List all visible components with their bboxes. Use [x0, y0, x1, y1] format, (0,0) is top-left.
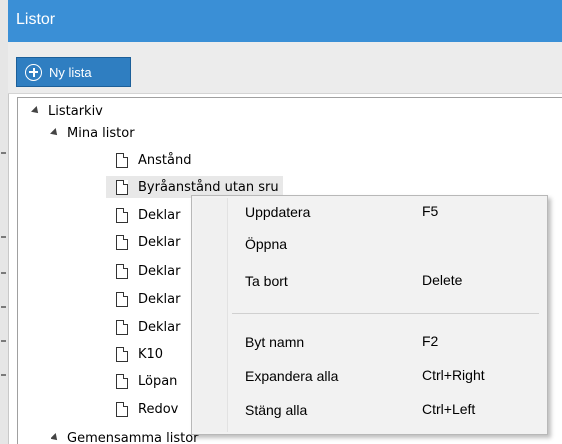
tree-item-label: Deklar — [138, 234, 181, 250]
menu-item-expandera-alla[interactable]: Expandera alla Ctrl+Right — [194, 362, 545, 390]
document-icon — [116, 179, 128, 195]
tree-item-label: Byråanstånd utan sru — [138, 179, 279, 195]
menu-item-label: Öppna — [245, 236, 288, 252]
tree-item-label: Deklar — [138, 207, 181, 223]
document-icon — [116, 319, 128, 335]
tree-item[interactable]: K10 — [116, 343, 163, 365]
document-icon — [116, 291, 128, 307]
tree-item-label: Deklar — [138, 291, 181, 307]
tree-node-label: Listarkiv — [48, 103, 103, 119]
window-title: Listor — [16, 11, 56, 28]
tree-item[interactable]: Deklar — [116, 316, 180, 338]
edge-mark — [1, 152, 6, 154]
window-titlebar: Listor — [8, 0, 562, 42]
menu-item-shortcut: F2 — [422, 333, 439, 349]
tree-item-label: Deklar — [138, 319, 181, 335]
document-icon — [116, 207, 128, 223]
document-icon — [116, 234, 128, 250]
edge-mark — [1, 306, 6, 308]
menu-item-stang-alla[interactable]: Stäng alla Ctrl+Left — [194, 396, 545, 424]
tree-item-label: Anstånd — [138, 152, 192, 168]
menu-item-byt-namn[interactable]: Byt namn F2 — [194, 328, 545, 356]
edge-mark — [1, 340, 6, 342]
tree-item[interactable]: Löpan — [116, 370, 177, 392]
edge-mark — [1, 236, 6, 238]
tree-node-label: Gemensamma listor — [67, 432, 199, 444]
tree-item[interactable]: Redov — [116, 398, 178, 420]
expand-arrow-icon[interactable] — [50, 128, 60, 138]
tree-item[interactable]: Anstånd — [116, 149, 191, 171]
tree-node-root[interactable]: Listarkiv — [31, 100, 103, 122]
tree-node-group-gemensamma[interactable]: Gemensamma listor — [51, 432, 199, 444]
tree-item-label: K10 — [138, 346, 164, 362]
tree-node-label: Mina listor — [67, 125, 135, 141]
tree-item[interactable]: Deklar — [116, 260, 180, 282]
menu-item-oppna[interactable]: Öppna — [194, 230, 545, 258]
document-icon — [116, 263, 128, 279]
edge-mark — [1, 272, 6, 274]
document-icon — [116, 346, 128, 362]
tree-item-label: Löpan — [138, 373, 178, 389]
tree-item[interactable]: Deklar — [116, 231, 180, 253]
context-menu: Uppdatera F5 Öppna Ta bort Delete Byt na… — [191, 195, 548, 435]
menu-item-shortcut: F5 — [422, 203, 439, 219]
document-icon — [116, 373, 128, 389]
toolbar: Ny lista — [8, 42, 562, 94]
document-icon — [116, 401, 128, 417]
menu-item-ta-bort[interactable]: Ta bort Delete — [194, 267, 545, 295]
tree-node-group-mina-listor[interactable]: Mina listor — [50, 122, 135, 144]
menu-item-shortcut: Ctrl+Right — [422, 367, 485, 383]
tree-item[interactable]: Deklar — [116, 204, 180, 226]
edge-mark — [1, 374, 6, 376]
menu-item-shortcut: Delete — [422, 272, 463, 288]
menu-item-label: Expandera alla — [245, 368, 339, 384]
menu-item-label: Stäng alla — [245, 402, 308, 418]
menu-item-label: Byt namn — [245, 334, 305, 350]
menu-item-shortcut: Ctrl+Left — [422, 401, 476, 417]
expand-arrow-icon[interactable] — [51, 433, 60, 443]
new-list-button[interactable]: Ny lista — [16, 57, 131, 87]
menu-item-uppdatera[interactable]: Uppdatera F5 — [194, 198, 545, 226]
plus-circle-icon — [25, 63, 42, 81]
tree-item-label: Redov — [138, 401, 179, 417]
new-list-label: Ny lista — [49, 64, 92, 80]
tree-item-label: Deklar — [138, 263, 181, 279]
expand-arrow-icon[interactable] — [31, 106, 41, 116]
tree-item[interactable]: Deklar — [116, 288, 180, 310]
menu-item-label: Uppdatera — [245, 204, 311, 220]
menu-item-label: Ta bort — [245, 273, 288, 289]
document-icon — [116, 152, 128, 168]
menu-separator — [232, 313, 539, 314]
